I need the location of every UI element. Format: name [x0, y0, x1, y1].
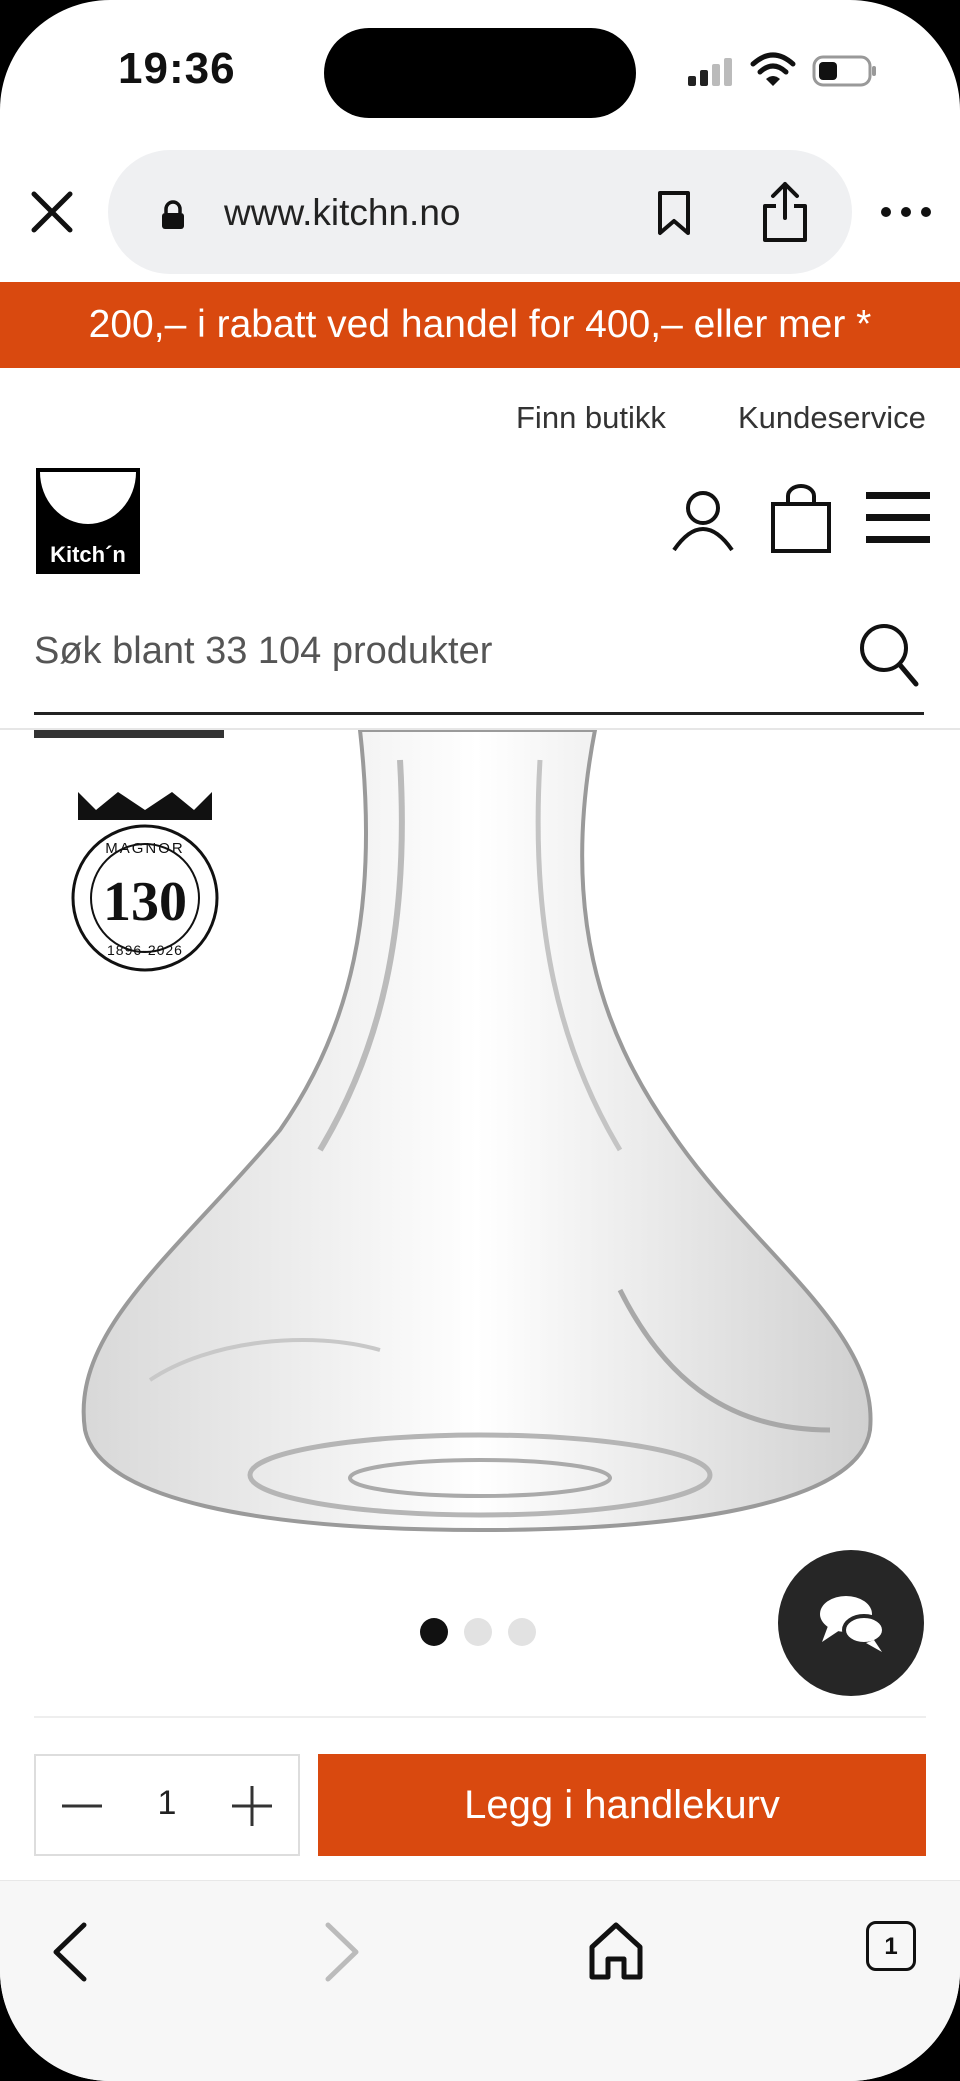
- tab-count: 1: [884, 1933, 898, 1960]
- section-divider: [34, 1716, 926, 1718]
- badge-number: 130: [103, 871, 187, 933]
- gallery-dot[interactable]: [508, 1618, 536, 1646]
- shopping-bag-icon[interactable]: [770, 484, 832, 554]
- promo-banner[interactable]: 200,– i rabatt ved handel for 400,– elle…: [0, 282, 960, 368]
- search-icon[interactable]: [858, 622, 920, 688]
- gallery-dot[interactable]: [464, 1618, 492, 1646]
- badge-years: 1896-2026: [107, 942, 183, 958]
- search-field[interactable]: Søk blant 33 104 produkter: [34, 612, 924, 715]
- browser-bar: www.kitchn.no: [0, 140, 960, 280]
- gallery-dot[interactable]: [420, 1618, 448, 1646]
- account-icon[interactable]: [670, 486, 736, 552]
- anniversary-badge: MAGNOR 130 1896-2026: [66, 790, 224, 980]
- status-bar: 19:36: [0, 0, 960, 140]
- chat-icon: [820, 1596, 886, 1652]
- tabs-button[interactable]: 1: [866, 1921, 916, 1971]
- url-text: www.kitchn.no: [224, 192, 461, 233]
- badge-top-text: MAGNOR: [105, 840, 185, 857]
- gallery-pagination[interactable]: [420, 1618, 540, 1648]
- quantity-stepper: 1: [34, 1754, 300, 1856]
- bookmark-icon[interactable]: [656, 190, 692, 236]
- close-icon[interactable]: [24, 184, 80, 240]
- status-time: 19:36: [118, 44, 236, 93]
- phone-screen: 19:36 www.kitchn.no 200,– i rabatt ved h…: [0, 0, 960, 2081]
- lock-icon: [162, 200, 184, 229]
- site-logo[interactable]: Kitch´n: [36, 468, 140, 574]
- browser-toolbar: 1: [0, 1880, 960, 2081]
- find-store-link[interactable]: Finn butikk: [516, 400, 666, 436]
- logo-text: Kitch´n: [50, 542, 126, 567]
- product-gallery[interactable]: MAGNOR 130 1896-2026: [0, 730, 960, 1710]
- wifi-icon: [750, 52, 796, 86]
- dynamic-island: [324, 28, 636, 118]
- add-to-cart-button[interactable]: Legg i handlekurv: [318, 1754, 926, 1856]
- cellular-signal-icon: [688, 58, 732, 86]
- back-icon[interactable]: [50, 1921, 90, 1983]
- customer-service-link[interactable]: Kundeservice: [738, 400, 926, 436]
- forward-icon[interactable]: [322, 1921, 362, 1983]
- menu-icon[interactable]: [866, 490, 930, 546]
- share-icon[interactable]: [760, 180, 810, 244]
- address-bar[interactable]: www.kitchn.no: [108, 150, 852, 274]
- home-icon[interactable]: [588, 1921, 644, 1981]
- plus-icon[interactable]: [228, 1782, 276, 1830]
- more-options-icon[interactable]: [880, 200, 932, 224]
- chat-button[interactable]: [778, 1550, 924, 1696]
- battery-icon: [812, 55, 876, 87]
- logo-bowl-icon: [40, 472, 136, 524]
- search-input[interactable]: Søk blant 33 104 produkter: [34, 630, 492, 673]
